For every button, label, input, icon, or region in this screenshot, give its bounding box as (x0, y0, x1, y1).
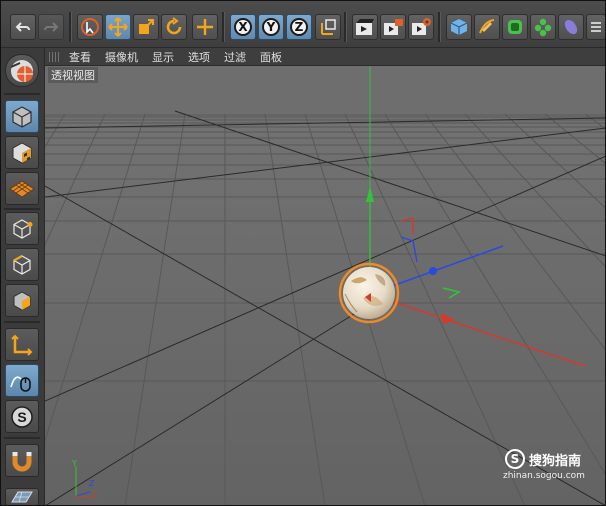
tweak-mode-button[interactable] (5, 364, 39, 397)
model-mode-icon (10, 59, 33, 82)
workplane-mode-button[interactable] (5, 172, 39, 205)
menu-display[interactable]: 显示 (152, 49, 174, 65)
polygons-mode-icon (13, 290, 31, 311)
object-mode-icon (12, 105, 32, 128)
deformer-icon (564, 19, 578, 35)
redo-button[interactable] (38, 14, 64, 40)
recent-tool-icon (197, 19, 213, 35)
y-axis-lock-button[interactable]: Y (258, 14, 284, 40)
coordinate-system-button[interactable] (315, 14, 341, 40)
mode-toolbar: S (0, 48, 45, 506)
solo-button[interactable]: S (5, 400, 39, 433)
move-icon (108, 17, 128, 37)
menu-view[interactable]: 查看 (69, 49, 91, 65)
watermark-url: zhinan.sogou.com (503, 471, 585, 481)
menu-filter[interactable]: 过滤 (224, 49, 246, 65)
live-selection-button[interactable] (77, 14, 103, 40)
toolbar-divider (222, 12, 225, 42)
perspective-viewport[interactable]: Y Z X 透视视图 (45, 66, 606, 506)
watermark-text: 搜狗指南 (529, 454, 582, 469)
toolbar-divider (344, 12, 347, 42)
rotate-tool-button[interactable] (161, 14, 187, 40)
svg-text:X: X (91, 492, 97, 501)
sky-background (45, 66, 606, 114)
snap-button[interactable] (5, 444, 39, 477)
svg-text:Y: Y (71, 459, 77, 468)
object-mode-button[interactable] (5, 100, 39, 133)
more-icon (591, 22, 601, 32)
undo-button[interactable] (10, 14, 36, 40)
texture-mode-icon (12, 141, 32, 164)
axis-mode-icon (11, 334, 33, 356)
texture-mode-button[interactable] (5, 136, 39, 169)
scale-icon (139, 19, 154, 34)
z-axis-lock-button[interactable]: Z (286, 14, 312, 40)
svg-text:Z: Z (89, 479, 95, 488)
cube-icon (450, 19, 468, 35)
undo-icon (15, 22, 30, 32)
render-to-picture-viewer-button[interactable] (380, 14, 406, 40)
axis-mode-button[interactable] (5, 328, 39, 361)
polygons-mode-button[interactable] (5, 284, 39, 317)
sogou-logo-icon: S (505, 449, 525, 469)
add-cube-button[interactable] (446, 14, 472, 40)
recent-tool-button[interactable] (192, 14, 218, 40)
toolbar-divider (438, 12, 441, 42)
z-axis-handle-icon[interactable] (429, 267, 437, 275)
textured-sphere[interactable] (343, 267, 395, 319)
subdivision-icon (508, 20, 522, 34)
live-selection-icon (81, 18, 99, 36)
left-toolbar-divider (4, 321, 40, 323)
add-spline-button[interactable] (474, 14, 500, 40)
cinema4d-window: X Y Z S 查看 摄像机 显示 选项 过滤 面板 Y Z X 透视视图 S … (0, 0, 606, 506)
main-toolbar: X Y Z (0, 0, 606, 48)
pen-spline-icon (479, 19, 495, 34)
move-tool-button[interactable] (105, 14, 131, 40)
toolbar-divider (69, 12, 72, 42)
viewport-menubar: 查看 摄像机 显示 选项 过滤 面板 (45, 48, 606, 66)
viewport-camera-label: 透视视图 (48, 67, 98, 83)
redo-icon (44, 22, 59, 32)
scale-tool-button[interactable] (133, 14, 159, 40)
render-to-picture-viewer-icon (384, 19, 403, 35)
tweak-mode-icon (10, 375, 31, 392)
add-deformer-button[interactable] (558, 14, 584, 40)
svg-text:S: S (17, 409, 26, 425)
menu-options[interactable]: 选项 (188, 49, 210, 65)
viewport-scene[interactable]: Y Z X (45, 66, 606, 506)
edges-mode-button[interactable] (5, 248, 39, 281)
panel-grip-handle[interactable] (49, 52, 61, 62)
workplane-grid-icon (11, 491, 33, 503)
solo-icon: S (11, 405, 33, 428)
menu-cameras[interactable]: 摄像机 (105, 49, 138, 65)
model-mode-button[interactable] (5, 54, 39, 87)
edges-mode-icon (13, 254, 31, 275)
x-axis-lock-button[interactable]: X (230, 14, 256, 40)
points-mode-button[interactable] (5, 212, 39, 245)
add-cloner-button[interactable] (530, 14, 556, 40)
points-mode-icon (13, 218, 33, 239)
world-coordinate-icon (321, 19, 336, 35)
sogou-watermark: S 搜狗指南 zhinan.sogou.com (503, 449, 605, 489)
selected-sphere-object[interactable] (338, 262, 400, 324)
left-toolbar-divider (4, 93, 40, 95)
render-view-icon (356, 19, 374, 35)
left-toolbar-divider (4, 437, 40, 439)
more-tools-button[interactable] (586, 14, 606, 40)
rotate-icon (166, 17, 182, 35)
menu-panel[interactable]: 面板 (260, 49, 282, 65)
cloner-icon (534, 18, 552, 37)
render-settings-icon (412, 18, 431, 35)
workplane-grid-button[interactable] (5, 488, 39, 506)
workplane-icon (9, 179, 35, 198)
snap-icon (12, 451, 32, 471)
render-settings-button[interactable] (408, 14, 434, 40)
render-view-button[interactable] (352, 14, 378, 40)
left-toolbar-divider (4, 208, 40, 210)
add-subdivision-surface-button[interactable] (502, 14, 528, 40)
